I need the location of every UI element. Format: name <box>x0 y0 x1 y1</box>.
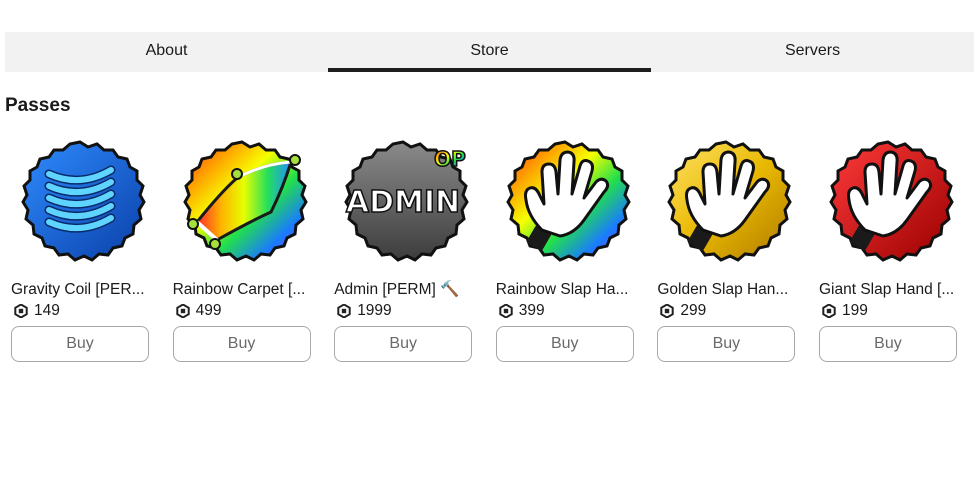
red-glove-icon[interactable] <box>821 134 955 268</box>
price-value: 499 <box>195 302 222 319</box>
pass-name: Rainbow Slap Ha... <box>495 281 629 298</box>
gravity-coil-icon[interactable] <box>13 134 147 268</box>
tab-bar: About Store Servers <box>5 32 974 72</box>
robux-icon <box>14 304 28 318</box>
price-row: 499 <box>173 301 311 321</box>
admin-badge-icon[interactable]: ADMIN OP <box>336 134 470 268</box>
pass-name: Gravity Coil [PER... <box>11 281 145 298</box>
tab-store[interactable]: Store <box>328 32 651 72</box>
pass-card-golden-slap-hand: Golden Slap Han... 299 Buy <box>657 134 796 362</box>
price-value: 299 <box>680 302 707 319</box>
price-row: 199 <box>819 301 957 321</box>
pass-card-admin: ADMIN OP Admin [PERM] 🔨 1999 Buy <box>334 134 473 362</box>
tab-about[interactable]: About <box>5 32 328 72</box>
buy-button[interactable]: Buy <box>495 326 634 362</box>
tab-servers[interactable]: Servers <box>651 32 974 72</box>
pass-name: Admin [PERM] 🔨 <box>334 281 460 298</box>
buy-button[interactable]: Buy <box>818 326 957 362</box>
robux-icon <box>337 304 351 318</box>
robux-icon <box>175 304 190 318</box>
price-value: 199 <box>841 302 868 319</box>
price-value: 149 <box>34 302 60 319</box>
buy-button[interactable]: Buy <box>172 326 311 362</box>
robux-icon <box>499 304 513 318</box>
pass-card-rainbow-slap-hand: Rainbow Slap Ha... 399 Buy <box>495 134 634 362</box>
pass-card-gravity-coil: Gravity Coil [PER... 149 Buy <box>11 134 149 362</box>
robux-icon <box>822 304 836 318</box>
price-row: 1999 <box>334 301 472 321</box>
buy-button[interactable]: Buy <box>11 326 149 362</box>
pass-card-giant-slap-hand: Giant Slap Hand [... 199 Buy <box>818 134 957 362</box>
pass-name: Giant Slap Hand [... <box>818 281 955 298</box>
buy-button[interactable]: Buy <box>334 326 473 362</box>
admin-badge-text: ADMIN <box>346 185 460 220</box>
pass-name: Golden Slap Han... <box>657 281 789 298</box>
rainbow-glove-icon[interactable] <box>498 134 632 268</box>
pass-name: Rainbow Carpet [... <box>172 281 306 298</box>
buy-button[interactable]: Buy <box>657 326 796 362</box>
price-row: 399 <box>496 301 634 321</box>
op-badge-text: OP <box>434 147 466 171</box>
rainbow-carpet-icon[interactable] <box>175 134 309 268</box>
price-value: 1999 <box>357 302 392 319</box>
price-value: 399 <box>518 302 545 319</box>
price-row: 299 <box>657 301 795 321</box>
pass-card-rainbow-carpet: Rainbow Carpet [... 499 Buy <box>172 134 311 362</box>
section-title-passes: Passes <box>5 95 71 116</box>
price-row: 149 <box>11 301 149 321</box>
passes-list: Gravity Coil [PER... 149 Buy Rainbow Car… <box>11 134 976 362</box>
robux-icon <box>660 304 675 318</box>
golden-glove-icon[interactable] <box>659 134 793 268</box>
